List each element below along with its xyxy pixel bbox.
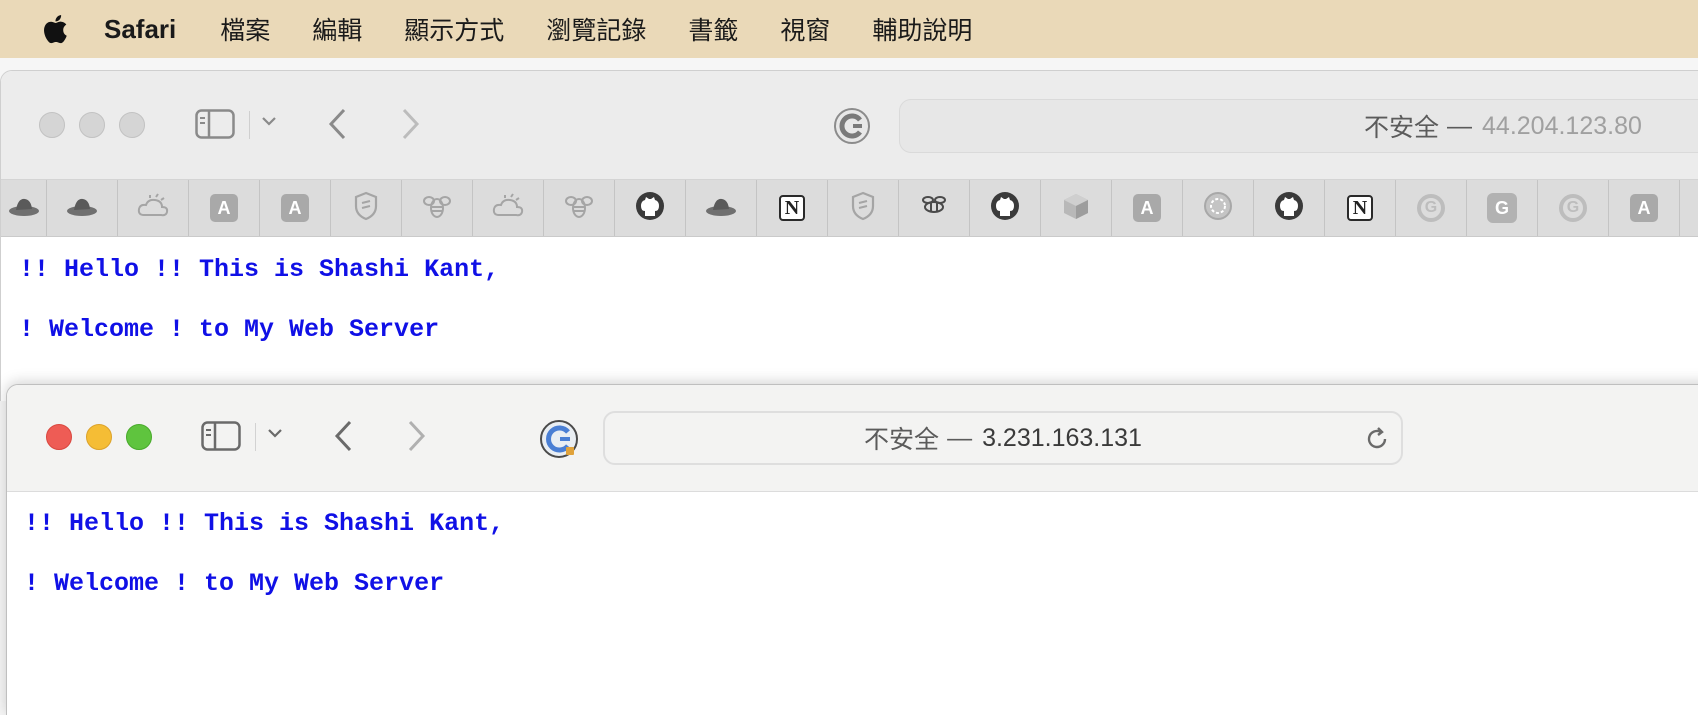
letter-a-icon: A	[210, 194, 238, 222]
menu-view[interactable]: 顯示方式	[404, 11, 504, 47]
minimize-button[interactable]	[79, 112, 105, 138]
page-text-line-2: ! Welcome ! to My Web Server	[24, 569, 445, 598]
bookmark-cloud-2[interactable]	[473, 180, 544, 236]
bee-icon	[917, 193, 951, 224]
minimize-button[interactable]	[86, 424, 112, 450]
address-separator: —	[1447, 111, 1473, 140]
notion-icon: N	[779, 195, 805, 221]
zoom-button[interactable]	[119, 112, 145, 138]
google-icon: G	[1559, 194, 1587, 222]
close-button[interactable]	[39, 112, 65, 138]
address-bar[interactable]: 不安全 — 3.231.163.131	[603, 411, 1403, 465]
menu-history[interactable]: 瀏覽記錄	[546, 11, 646, 47]
sidebar-toggle-icon[interactable]	[195, 109, 235, 139]
bookmark-a[interactable]: A	[189, 180, 260, 236]
address-host: 3.231.163.131	[982, 423, 1142, 452]
bookmark-bee-2[interactable]	[544, 180, 615, 236]
menu-safari[interactable]: Safari	[104, 14, 176, 45]
back-icon[interactable]	[327, 107, 349, 141]
menu-file[interactable]: 檔案	[220, 11, 270, 47]
address-separator: —	[947, 423, 973, 452]
chevron-down-icon[interactable]	[261, 115, 277, 127]
back-icon[interactable]	[333, 419, 355, 453]
bee-icon	[422, 192, 452, 225]
browser-window-front[interactable]: 不安全 — 3.231.163.131 !! Hello !! This is …	[6, 384, 1698, 715]
browser-window-back[interactable]: 不安全 — 44.204.123.80 A A N A N G G G A !!…	[0, 70, 1698, 401]
bookmark-google-3[interactable]: G	[1538, 180, 1609, 236]
github-icon	[635, 191, 665, 226]
forward-icon[interactable]	[405, 419, 427, 453]
toolbar: 不安全 — 3.231.163.131	[7, 385, 1698, 492]
letter-a-icon: A	[1133, 194, 1161, 222]
bookmark-redhat-2[interactable]	[47, 180, 118, 236]
sidebar-toggle-icon[interactable]	[201, 421, 241, 451]
menu-bar: Safari 檔案 編輯 顯示方式 瀏覽記錄 書籤 視窗 輔助說明	[0, 0, 1698, 58]
letter-a-icon: A	[281, 194, 309, 222]
bookmark-cube[interactable]	[1041, 180, 1112, 236]
toolbar: 不安全 — 44.204.123.80	[1, 71, 1698, 180]
bookmark-google[interactable]: G	[1396, 180, 1467, 236]
bookmark-redhat-3[interactable]	[686, 180, 757, 236]
divider	[255, 423, 256, 451]
chevron-down-icon[interactable]	[267, 427, 283, 439]
forward-icon[interactable]	[399, 107, 421, 141]
zoom-button[interactable]	[126, 424, 152, 450]
shield-icon	[353, 191, 379, 226]
menu-bookmarks[interactable]: 書籤	[688, 11, 738, 47]
reload-icon[interactable]	[1363, 425, 1391, 460]
address-host: 44.204.123.80	[1482, 111, 1642, 140]
cloud-sun-icon	[136, 192, 170, 224]
bookmark-cloud[interactable]	[118, 180, 189, 236]
bookmark-shield-2[interactable]	[828, 180, 899, 236]
bee-icon	[564, 192, 594, 225]
bookmark-a-2[interactable]: A	[260, 180, 331, 236]
letter-a-icon: A	[1630, 194, 1658, 222]
extension-icon[interactable]	[833, 107, 871, 145]
bookmark-bee-3[interactable]	[899, 180, 970, 236]
window-controls	[46, 424, 152, 450]
bookmark-notion-2[interactable]: N	[1325, 180, 1396, 236]
gear-badge-icon	[1203, 191, 1233, 226]
bookmark-a-4[interactable]: A	[1609, 180, 1680, 236]
security-label: 不安全	[864, 426, 940, 454]
bookmark-bee[interactable]	[402, 180, 473, 236]
favorites-bar: A A N A N G G G A	[1, 180, 1698, 237]
page-text-line-1: !! Hello !! This is Shashi Kant,	[24, 509, 505, 538]
page-text-line-1: !! Hello !! This is Shashi Kant,	[19, 255, 500, 284]
google-icon: G	[1417, 194, 1445, 222]
redhat-icon	[66, 195, 98, 222]
security-label: 不安全	[1364, 114, 1440, 142]
redhat-icon	[705, 195, 737, 222]
bookmark-shield[interactable]	[331, 180, 402, 236]
github-icon	[1274, 191, 1304, 226]
bookmark-gear[interactable]	[1183, 180, 1254, 236]
menu-help[interactable]: 輔助說明	[872, 11, 972, 47]
window-controls	[39, 112, 145, 138]
address-bar[interactable]: 不安全 — 44.204.123.80	[899, 99, 1698, 153]
github-icon	[990, 191, 1020, 226]
shield-icon	[850, 191, 876, 226]
menu-window[interactable]: 視窗	[780, 11, 830, 47]
cloud-sun-icon	[491, 192, 525, 224]
extension-icon[interactable]	[539, 419, 579, 459]
bookmark-google-2[interactable]: G	[1467, 180, 1538, 236]
apple-logo-icon[interactable]	[40, 11, 72, 47]
bookmark-redhat[interactable]	[1, 180, 47, 236]
bookmark-a-3[interactable]: A	[1112, 180, 1183, 236]
close-button[interactable]	[46, 424, 72, 450]
bookmark-github-3[interactable]	[1254, 180, 1325, 236]
google-box-icon: G	[1487, 193, 1517, 223]
page-text-line-2: ! Welcome ! to My Web Server	[19, 315, 440, 344]
redhat-icon	[8, 195, 40, 222]
bookmark-github-2[interactable]	[970, 180, 1041, 236]
menu-edit[interactable]: 編輯	[312, 11, 362, 47]
divider	[249, 111, 250, 139]
bookmark-github[interactable]	[615, 180, 686, 236]
bookmark-notion[interactable]: N	[757, 180, 828, 236]
cube-icon	[1061, 191, 1091, 226]
notion-icon: N	[1347, 195, 1373, 221]
